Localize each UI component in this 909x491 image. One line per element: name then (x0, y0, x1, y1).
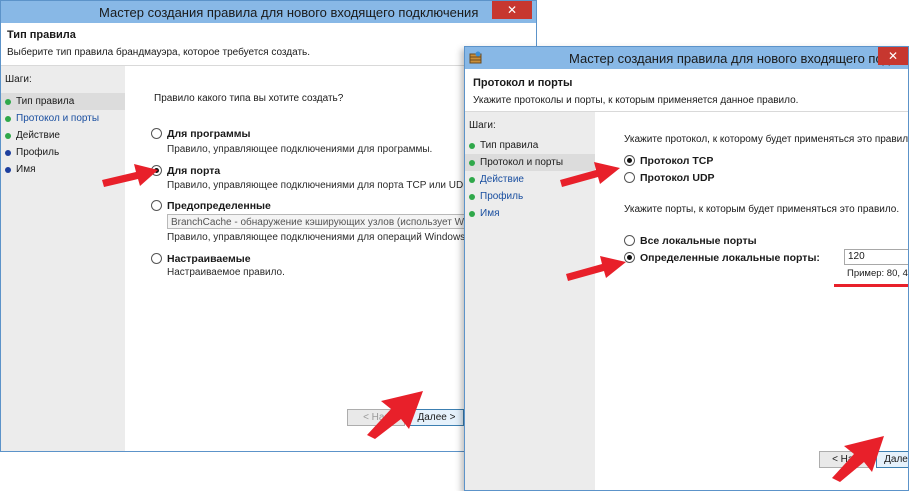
page-description: Выберите тип правила брандмауэра, которо… (7, 47, 311, 58)
option-predefined-label[interactable]: Предопределенные (167, 200, 271, 212)
red-underline-annotation (834, 284, 908, 287)
wizard-header: Тип правила Выберите тип правила брандма… (1, 23, 536, 66)
option-custom-description: Настраиваемое правило. (167, 267, 285, 278)
step-rule-type[interactable]: Тип правила (1, 93, 125, 110)
step-label: Профиль (480, 191, 524, 202)
step-label: Протокол и порты (480, 157, 564, 168)
step-done-icon (5, 133, 11, 139)
option-port-label[interactable]: Для порта (167, 165, 220, 177)
step-rule-type[interactable]: Тип правила (465, 137, 595, 154)
wizard-window-protocol-ports: Мастер создания правила для нового входя… (464, 46, 909, 491)
red-arrow-annotation (560, 162, 620, 187)
step-done-icon (5, 99, 11, 105)
close-button[interactable]: ✕ (878, 47, 908, 65)
radio-tcp[interactable] (624, 155, 635, 166)
page-description: Укажите протоколы и порты, к которым при… (473, 95, 799, 106)
option-custom-label[interactable]: Настраиваемые (167, 253, 251, 265)
ports-question: Укажите порты, к которым будет применять… (624, 204, 900, 215)
close-button[interactable]: ✕ (492, 1, 532, 19)
step-label: Действие (480, 174, 524, 185)
rule-type-question: Правило какого типа вы хотите создать? (154, 93, 344, 104)
step-name[interactable]: Имя (465, 205, 595, 222)
port-example-hint: Пример: 80, 443 (847, 268, 908, 279)
step-pending-icon (5, 150, 11, 156)
option-all-ports-label[interactable]: Все локальные порты (640, 235, 757, 247)
radio-predefined[interactable] (151, 200, 162, 211)
radio-all-ports[interactable] (624, 235, 635, 246)
option-program-label[interactable]: Для программы (167, 128, 251, 140)
local-ports-input[interactable]: 120 (844, 249, 908, 265)
radio-udp[interactable] (624, 172, 635, 183)
step-profile[interactable]: Профиль (465, 188, 595, 205)
title-bar[interactable]: Мастер создания правила для нового входя… (465, 47, 908, 69)
radio-custom[interactable] (151, 253, 162, 264)
step-label: Действие (16, 130, 60, 141)
step-done-icon (469, 194, 475, 200)
predefined-combo[interactable]: BranchCache - обнаружение кэширующих узл… (167, 214, 467, 229)
steps-panel: Шаги: Тип правила Протокол и порты Дейст… (1, 66, 125, 451)
option-port-description: Правило, управляющее подключениями для п… (167, 180, 472, 191)
wizard-window-rule-type: Мастер создания правила для нового входя… (0, 0, 537, 452)
wizard-header: Протокол и порты Укажите протоколы и пор… (465, 69, 908, 112)
close-icon: ✕ (506, 3, 518, 17)
step-done-icon (469, 143, 475, 149)
title-bar[interactable]: Мастер создания правила для нового входя… (1, 1, 536, 23)
option-program-description: Правило, управляющее подключениями для п… (167, 144, 433, 155)
red-arrow-annotation (102, 164, 158, 187)
step-done-icon (5, 116, 11, 122)
step-protocol-ports[interactable]: Протокол и порты (1, 110, 125, 127)
option-specific-ports-label[interactable]: Определенные локальные порты: (640, 252, 820, 264)
red-arrow-annotation (832, 436, 884, 482)
protocol-question: Укажите протокол, к которому будет приме… (624, 134, 909, 145)
step-done-icon (469, 160, 475, 166)
page-title: Тип правила (7, 29, 76, 41)
step-action[interactable]: Действие (1, 127, 125, 144)
option-tcp-label[interactable]: Протокол TCP (640, 155, 713, 167)
close-icon: ✕ (887, 49, 899, 63)
step-label: Профиль (16, 147, 60, 158)
step-done-icon (469, 177, 475, 183)
window-title: Мастер создания правила для нового входя… (99, 5, 479, 20)
page-title: Протокол и порты (473, 77, 573, 89)
step-pending-icon (5, 167, 11, 173)
option-predefined-description: Правило, управляющее подключениями для о… (167, 232, 468, 243)
window-title: Мастер создания правила для нового входя… (569, 51, 908, 66)
step-label: Имя (480, 208, 500, 219)
wizard-body: Шаги: Тип правила Протокол и порты Дейст… (1, 66, 536, 451)
step-label: Протокол и порты (16, 113, 100, 124)
option-udp-label[interactable]: Протокол UDP (640, 172, 715, 184)
steps-header: Шаги: (469, 120, 496, 131)
steps-header: Шаги: (5, 74, 32, 85)
radio-program[interactable] (151, 128, 162, 139)
red-arrow-annotation (367, 391, 423, 439)
red-arrow-annotation (566, 256, 626, 281)
step-label: Тип правила (480, 140, 539, 151)
step-label: Тип правила (16, 96, 75, 107)
step-label: Имя (16, 164, 36, 175)
firewall-app-icon (469, 51, 482, 64)
step-done-icon (469, 211, 475, 217)
